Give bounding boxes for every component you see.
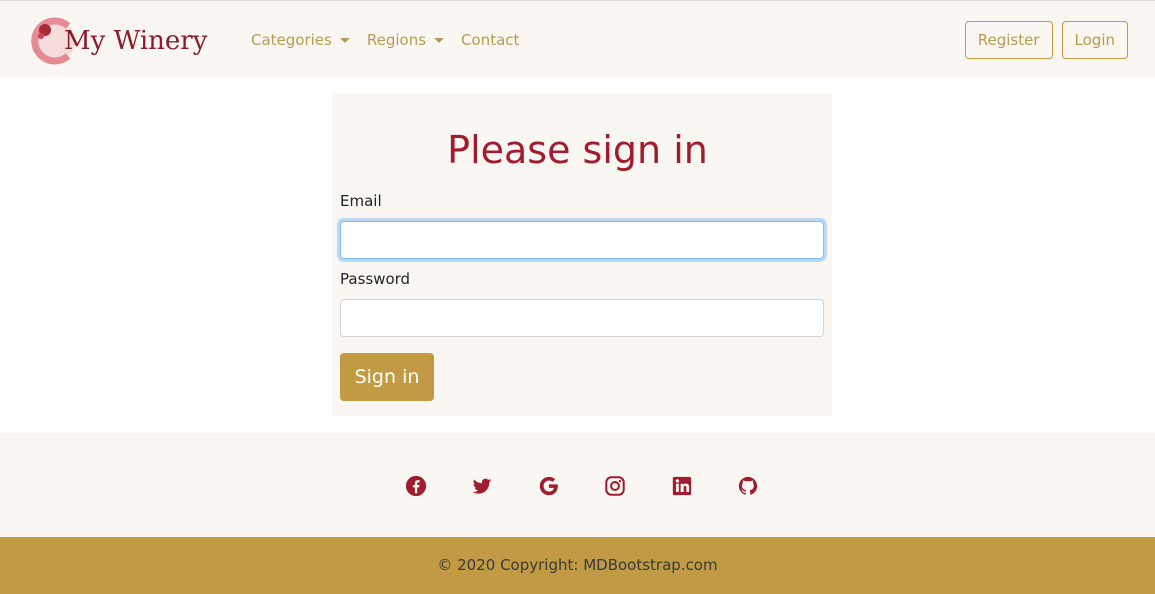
facebook-icon[interactable] (405, 475, 427, 497)
email-field[interactable] (340, 221, 824, 259)
page-title: Please sign in (447, 128, 708, 172)
twitter-icon[interactable] (471, 475, 493, 497)
nav-regions-label: Regions (366, 31, 427, 49)
main-nav: Categories Regions Contact (251, 31, 536, 49)
copyright-text: © 2020 Copyright: MDBootstrap.com (437, 556, 718, 574)
navbar: My Winery Categories Regions Contact Reg… (0, 0, 1155, 77)
password-field[interactable] (340, 299, 824, 337)
caret-down-icon (434, 37, 445, 43)
google-icon[interactable] (538, 475, 560, 497)
password-label: Password (340, 270, 411, 288)
email-label: Email (340, 192, 382, 210)
auth-buttons: Register Login (964, 21, 1128, 59)
github-icon[interactable] (737, 475, 759, 497)
nav-contact-label: Contact (461, 31, 520, 49)
nav-categories-label: Categories (251, 31, 332, 49)
register-button[interactable]: Register (964, 21, 1053, 59)
caret-down-icon (339, 37, 350, 43)
sign-in-button[interactable]: Sign in (340, 353, 434, 401)
login-button[interactable]: Login (1061, 21, 1128, 59)
instagram-icon[interactable] (604, 475, 626, 497)
brand[interactable]: My Winery (28, 15, 207, 67)
nav-contact-link[interactable]: Contact (461, 31, 519, 49)
nav-categories-dropdown[interactable]: Categories (251, 31, 350, 49)
nav-regions-dropdown[interactable]: Regions (366, 31, 445, 49)
social-icons (405, 475, 803, 497)
brand-name: My Winery (64, 26, 208, 56)
linkedin-icon[interactable] (671, 475, 693, 497)
